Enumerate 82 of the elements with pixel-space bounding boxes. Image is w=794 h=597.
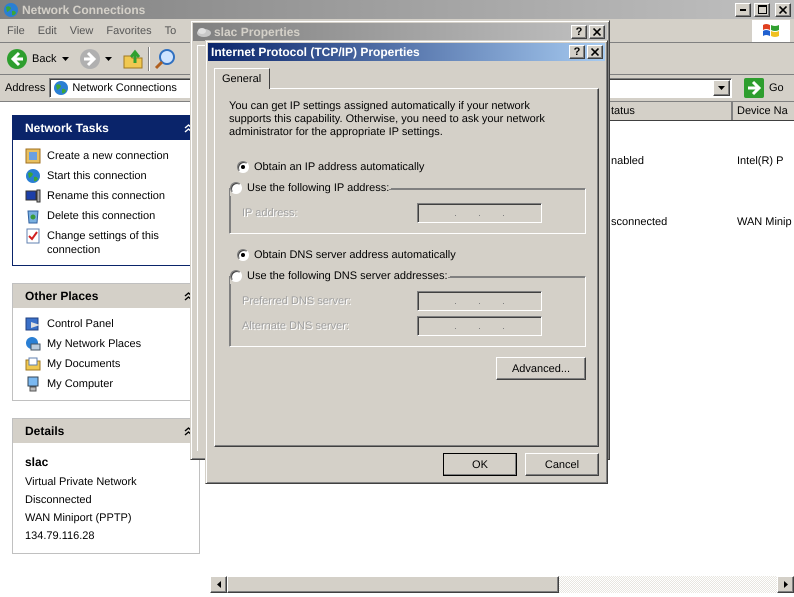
caret-icon[interactable] [718, 86, 725, 90]
forward-dropdown-icon[interactable] [105, 56, 112, 60]
menu-item[interactable]: Favorites [99, 24, 158, 36]
minimize-button[interactable] [735, 2, 751, 16]
task-link[interactable]: Control Panel [47, 316, 187, 331]
back-button[interactable]: Back [4, 46, 58, 72]
globe-icon [3, 2, 19, 18]
minimize-icon [740, 8, 746, 10]
network-places-icon [25, 336, 41, 352]
radio-button[interactable] [230, 270, 242, 282]
computer-icon [25, 376, 41, 392]
close-button[interactable] [587, 45, 603, 59]
globe-icon [25, 168, 41, 184]
task-link[interactable]: Start this connection [47, 168, 187, 183]
radio-button[interactable] [237, 161, 249, 173]
detail-text: WAN Miniport (PPTP) [25, 511, 133, 526]
collapse-icon[interactable] [184, 292, 193, 300]
maximize-icon [758, 5, 766, 14]
detail-text: Disconnected [25, 493, 93, 508]
radio-button[interactable] [237, 249, 249, 261]
maximize-button[interactable] [754, 2, 770, 16]
task-link[interactable]: Rename this connection [47, 188, 187, 203]
table-cell-text: sconnected [611, 215, 668, 230]
task-link[interactable]: My Computer [47, 376, 187, 391]
left-arrow-icon [216, 581, 220, 588]
detail-text: Virtual Private Network [25, 475, 138, 490]
table-cell-text: WAN Minip [737, 215, 792, 230]
radio-option[interactable]: Use the following IP address: [230, 180, 390, 196]
radio-button[interactable] [230, 182, 242, 194]
connection-name: slac [25, 455, 50, 469]
control-panel-icon [25, 316, 41, 332]
menu-item[interactable]: View [62, 24, 100, 36]
dialog-button[interactable]: Cancel [525, 453, 599, 476]
table-cell-text: Intel(R) P [737, 154, 784, 169]
scroll-right-button[interactable] [777, 576, 794, 593]
recycle-bin-icon [25, 208, 41, 224]
ip-address-field[interactable] [417, 202, 542, 222]
horizontal-scrollbar[interactable] [210, 576, 794, 593]
collapse-icon[interactable] [184, 426, 193, 436]
task-link[interactable]: My Documents [47, 356, 187, 371]
monitor-icon [25, 188, 41, 204]
go-button[interactable]: Go [738, 77, 790, 99]
advanced-button[interactable]: Advanced... [496, 357, 586, 380]
address-label: Address [5, 82, 46, 94]
ip-address-field[interactable] [417, 290, 542, 310]
scroll-thumb[interactable] [227, 576, 559, 593]
back-dropdown-icon[interactable] [62, 56, 70, 60]
column-header[interactable]: Device Na [733, 102, 794, 120]
task-link[interactable]: My Network Places [47, 336, 187, 351]
dialog-button[interactable]: OK [443, 453, 517, 476]
scroll-left-button[interactable] [210, 576, 227, 593]
detail-text: 134.79.116.28 [25, 529, 96, 544]
dialog-title: slac Properties [214, 25, 302, 39]
search-icon[interactable] [154, 48, 176, 70]
windows-logo [752, 20, 790, 42]
dropdown-button[interactable] [713, 80, 730, 96]
document-check-icon [25, 228, 41, 244]
folder-icon [25, 356, 41, 372]
menu-item[interactable]: File [0, 24, 31, 36]
ip-address-field[interactable] [417, 316, 542, 336]
globe-icon [53, 80, 70, 96]
up-folder-icon[interactable] [122, 48, 144, 70]
task-link[interactable]: Create a new connection [47, 148, 187, 163]
dialog-title: Internet Protocol (TCP/IP) Properties [211, 45, 421, 59]
network-cloud-icon [196, 26, 212, 38]
close-button[interactable] [775, 2, 791, 16]
go-arrow-icon [744, 78, 764, 98]
right-arrow-icon [784, 581, 788, 588]
task-link[interactable]: Delete this connection [47, 208, 187, 223]
tab[interactable]: General [214, 68, 270, 89]
help-button[interactable]: ? [569, 45, 585, 59]
radio-option[interactable]: Use the following DNS server addresses: [230, 268, 448, 284]
task-link[interactable]: Change settings of this connection [47, 228, 187, 257]
close-icon [591, 48, 599, 56]
close-icon [779, 6, 787, 14]
intro-text: You can get IP settings assigned automatically if your network supports this capability. Otherwise, you need to ask your network administrator for the appropriate IP settings. [229, 100, 546, 139]
close-icon [593, 28, 601, 36]
new-connection-icon [25, 148, 41, 164]
menu-item[interactable]: Edit [30, 24, 63, 36]
table-cell-text: nabled [611, 154, 646, 169]
menu-item[interactable]: To [158, 24, 182, 36]
window-title: Network Connections [22, 2, 146, 16]
